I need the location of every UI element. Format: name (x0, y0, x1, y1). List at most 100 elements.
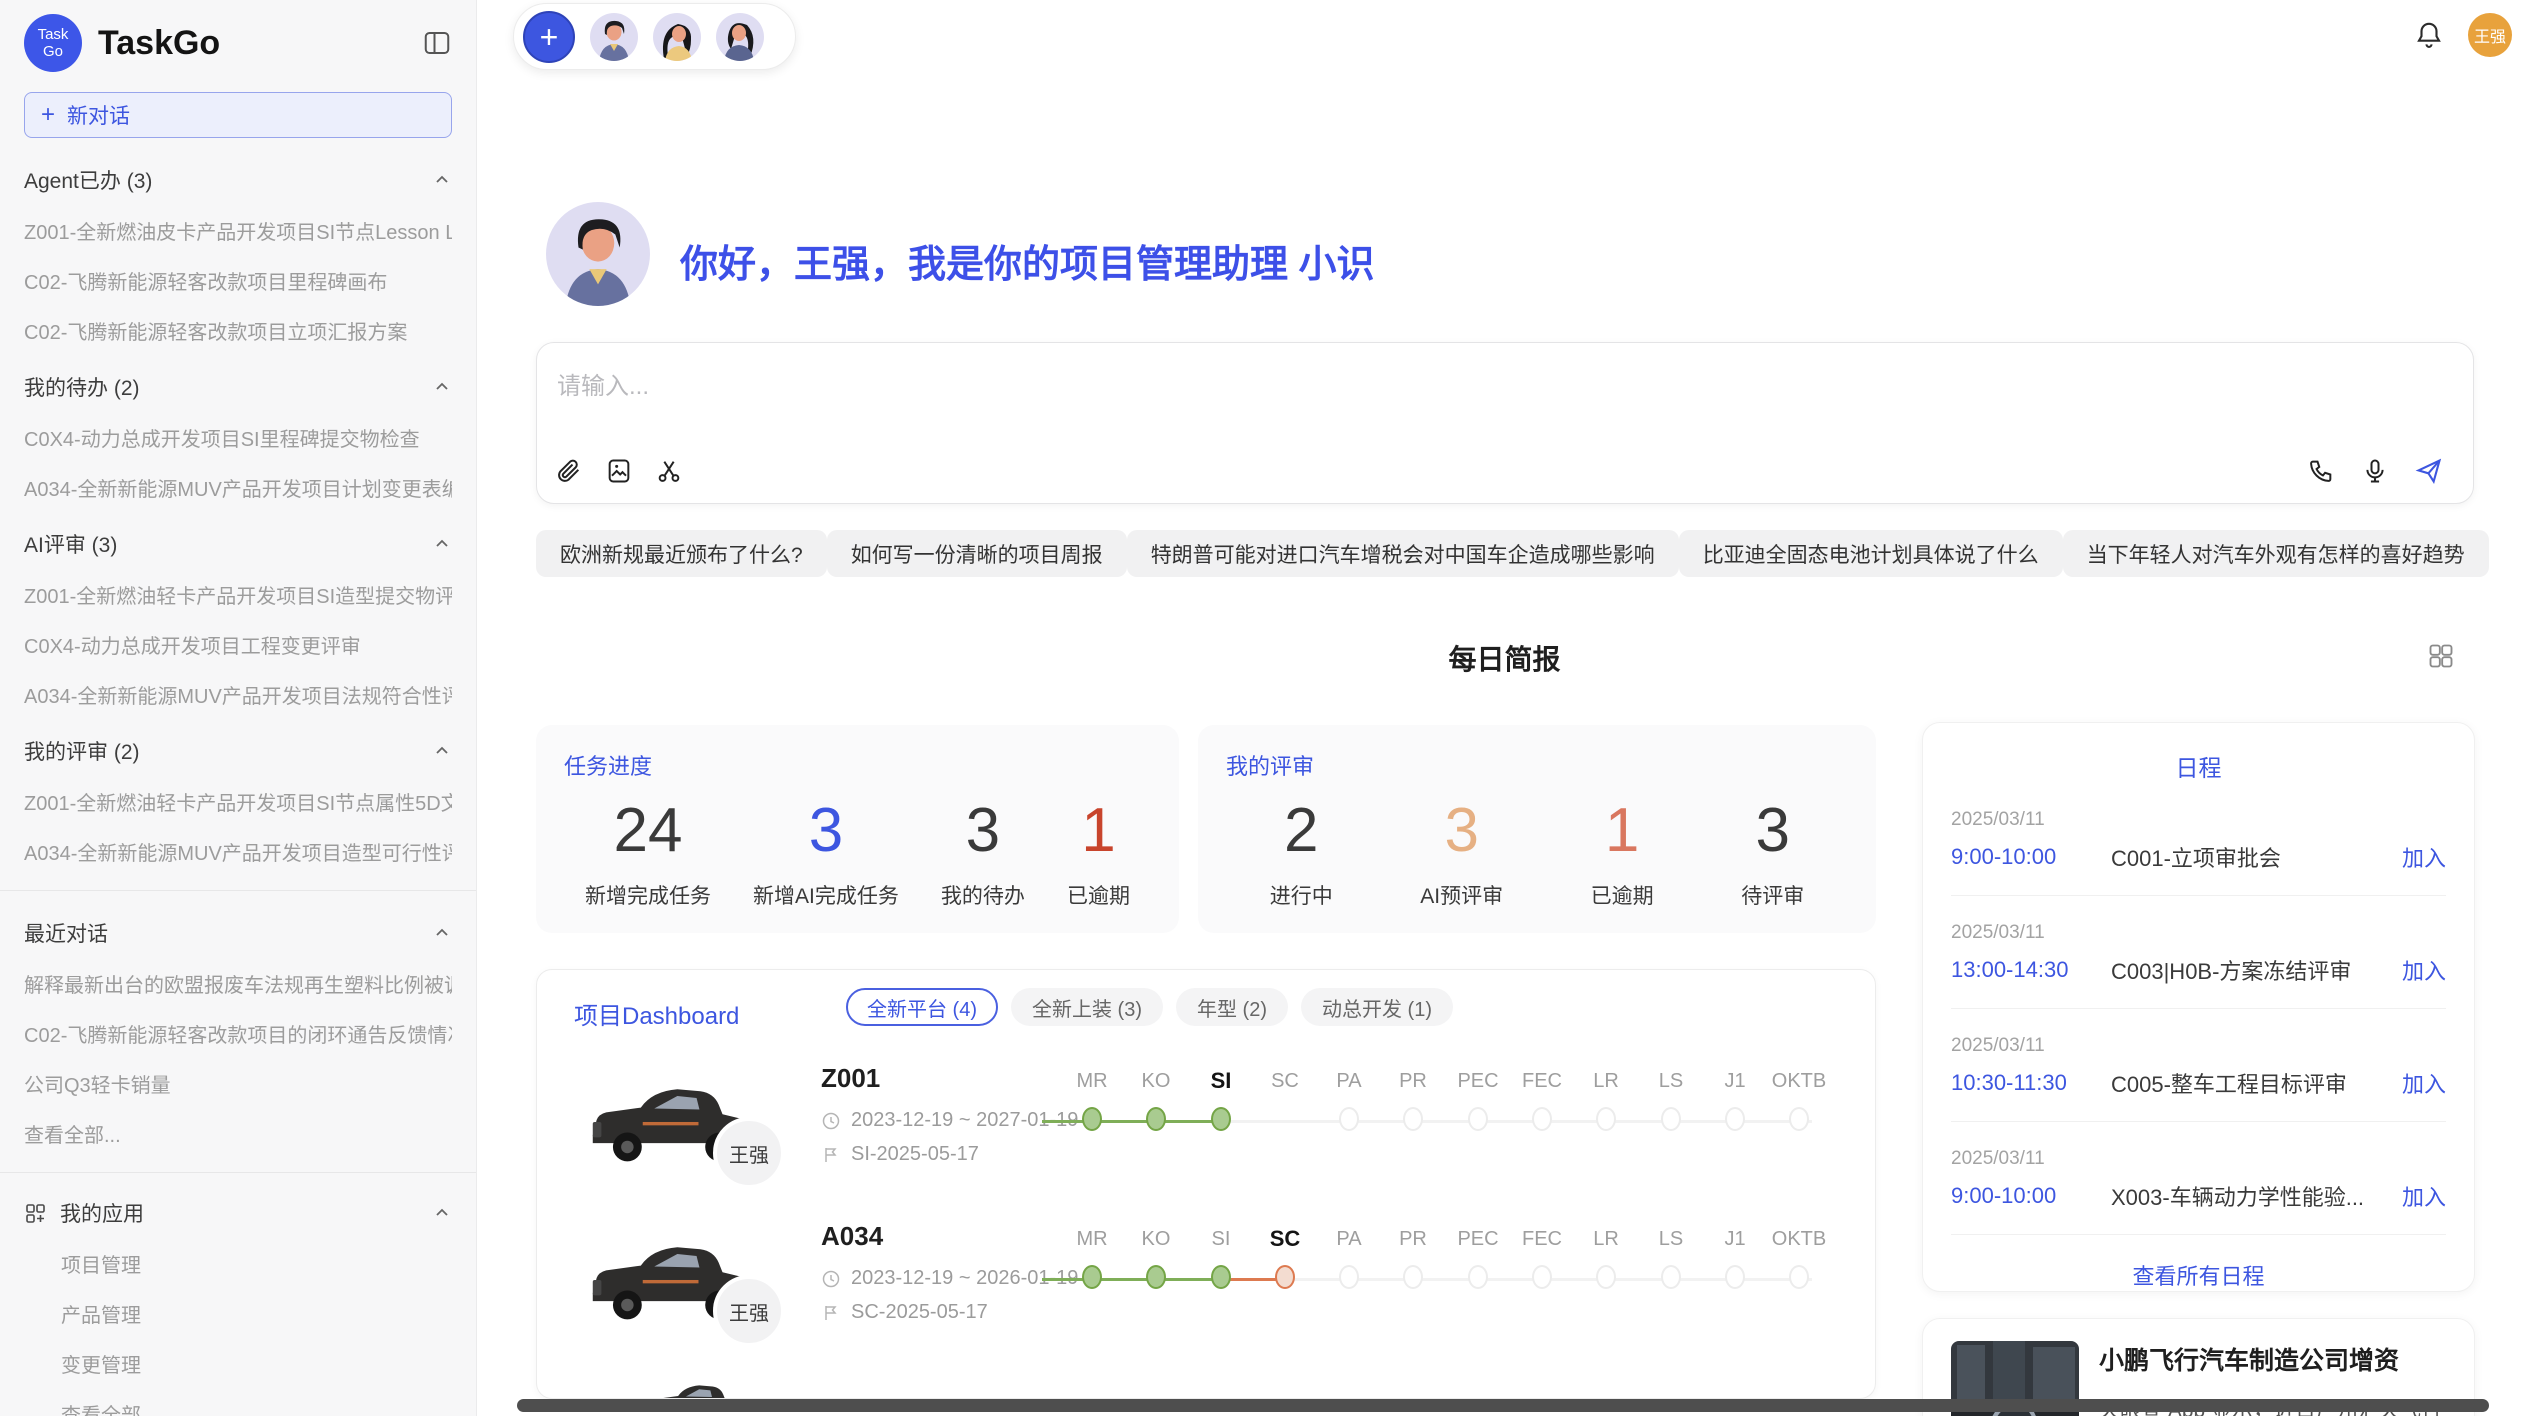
sidebar-item[interactable]: A034-全新新能源MUV产品开发项目计划变更表编写 (24, 473, 452, 502)
user-avatar[interactable]: 王强 (2468, 13, 2512, 57)
layout-grid-icon[interactable] (2427, 642, 2455, 670)
milestone-node (1082, 1265, 1102, 1289)
tab-model-year[interactable]: 年型 (2) (1176, 988, 1288, 1026)
sidebar-item[interactable]: Z001-全新燃油轻卡产品开发项目SI造型提交物评审 (24, 580, 452, 609)
milestone-strip: MR KO SI SC PA PR PEC FEC LR LS J1 OKTB (1042, 1209, 1842, 1367)
project-dates: 2023-12-19 ~ 2026-01-19 (821, 1267, 1078, 1290)
section-header-my-todo[interactable]: 我的待办 (2) (24, 372, 452, 402)
join-button[interactable]: 加入 (2402, 841, 2446, 873)
agent-avatar-group: + (513, 3, 796, 70)
sidebar-collapse-icon[interactable] (422, 28, 452, 58)
sidebar-item[interactable]: A034-全新新能源MUV产品开发项目造型可行性评审 (24, 837, 452, 866)
section-header-ai-review[interactable]: AI评审 (3) (24, 529, 452, 559)
section-header-my-review[interactable]: 我的评审 (2) (24, 736, 452, 766)
chevron-up-icon[interactable] (432, 923, 452, 943)
sidebar-item[interactable]: C0X4-动力总成开发项目工程变更评审 (24, 630, 452, 659)
sidebar-item[interactable]: Z001-全新燃油皮卡产品开发项目SI节点Lesson Learn报告 (24, 216, 452, 245)
section-title: Agent已办 (3) (24, 165, 432, 195)
chevron-up-icon[interactable] (432, 377, 452, 397)
milestone-node (1596, 1265, 1616, 1289)
suggestion-chip[interactable]: 如何写一份清晰的项目周报 (827, 530, 1127, 577)
suggestion-chip[interactable]: 比亚迪全固态电池计划具体说了什么 (1679, 530, 2063, 577)
project-flag: SC-2025-05-17 (821, 1301, 988, 1324)
add-agent-button[interactable]: + (523, 11, 575, 63)
schedule-title: 日程 (1951, 749, 2446, 783)
sidebar-item-change-mgmt[interactable]: 变更管理 (61, 1349, 452, 1378)
chevron-up-icon[interactable] (432, 741, 452, 761)
section-header-recent-chats[interactable]: 最近对话 (24, 918, 452, 948)
stat-value: 3 (1420, 795, 1503, 866)
tab-powertrain[interactable]: 动总开发 (1) (1301, 988, 1453, 1026)
stat: 3AI预评审 (1420, 795, 1503, 910)
composer-right-icons (2307, 457, 2443, 485)
sidebar-item[interactable]: 公司Q3轻卡销量 (24, 1069, 452, 1098)
chevron-up-icon[interactable] (432, 170, 452, 190)
stat-label: 新增完成任务 (585, 880, 711, 910)
mic-icon[interactable] (2361, 457, 2389, 485)
schedule-event: 2025/03/11 9:00-10:00 X003-车辆动力学性能验... 加… (1951, 1148, 2446, 1235)
event-time: 9:00-10:00 (1951, 844, 2111, 870)
project-row[interactable]: 王强 A034 2023-12-19 ~ 2026-01-19 SC-2025-… (537, 1209, 1876, 1367)
join-button[interactable]: 加入 (2402, 1067, 2446, 1099)
view-all-schedule-link[interactable]: 查看所有日程 (1951, 1259, 2446, 1291)
sidebar-item[interactable]: C02-飞腾新能源轻客改款项目的闭环通告反馈情况 (24, 1019, 452, 1048)
logo-row: Task Go TaskGo (24, 14, 452, 72)
plus-icon: + (41, 103, 55, 127)
stat-value: 1 (1067, 795, 1130, 866)
milestone-node (1275, 1265, 1295, 1289)
agent-avatar-3[interactable] (716, 13, 764, 61)
stat: 1已逾期 (1591, 795, 1654, 910)
sidebar-item-my-apps[interactable]: 我的应用 (24, 1198, 452, 1228)
sidebar-item[interactable]: A034-全新新能源MUV产品开发项目法规符合性评审 (24, 680, 452, 709)
stat-label: 进行中 (1270, 880, 1333, 910)
chevron-up-icon[interactable] (432, 1203, 452, 1223)
chat-input[interactable] (555, 365, 1755, 409)
my-review-card: 我的评审 2进行中 3AI预评审 1已逾期 3待评审 (1198, 725, 1876, 933)
stat: 3我的待办 (941, 795, 1025, 910)
join-button[interactable]: 加入 (2402, 954, 2446, 986)
event-title: X003-车辆动力学性能验... (2111, 1180, 2402, 1212)
notification-bell-icon[interactable] (2414, 20, 2444, 50)
sidebar-item[interactable]: 解释最新出台的欧盟报废车法规再生塑料比例被调至15%... (24, 969, 452, 998)
suggestion-chip[interactable]: 特朗普可能对进口汽车增税会对中国车企造成哪些影响 (1127, 530, 1679, 577)
milestone-node (1661, 1107, 1681, 1131)
project-row[interactable]: 王强 Z001 2023-12-19 ~ 2027-01-19 SI-2025-… (537, 1051, 1876, 1209)
flag-milestone: SC-2025-05-17 (851, 1301, 988, 1324)
project-code: A034 (821, 1221, 883, 1252)
event-date: 2025/03/11 (1951, 922, 2446, 944)
suggestion-chip[interactable]: 欧洲新规最近颁布了什么? (536, 530, 827, 577)
horizontal-scrollbar[interactable] (517, 1399, 2489, 1412)
chevron-up-icon[interactable] (432, 534, 452, 554)
suggestion-chip[interactable]: 当下年轻人对汽车外观有怎样的喜好趋势 (2063, 530, 2489, 577)
milestone-station: OKTB (1754, 1067, 1844, 1136)
milestone-node (1211, 1265, 1231, 1289)
tab-platform[interactable]: 全新平台 (4) (846, 988, 998, 1026)
send-icon[interactable] (2415, 457, 2443, 485)
sidebar-item-view-all-apps[interactable]: 查看全部... (61, 1399, 452, 1416)
attachment-icon[interactable] (555, 457, 583, 485)
sidebar-item[interactable]: C0X4-动力总成开发项目SI里程碑提交物检查 (24, 423, 452, 452)
sidebar-item[interactable]: C02-飞腾新能源轻客改款项目里程碑画布 (24, 266, 452, 295)
sidebar-item[interactable]: Z001-全新燃油轻卡产品开发项目SI节点属性5D文件评审 (24, 787, 452, 816)
milestone-node (1725, 1265, 1745, 1289)
tab-upfit[interactable]: 全新上装 (3) (1011, 988, 1163, 1026)
logo-text-bottom: Go (43, 43, 63, 60)
section-header-agent-done[interactable]: Agent已办 (3) (24, 165, 452, 195)
dashboard-title: 项目Dashboard (574, 996, 739, 1031)
sidebar-item-view-all[interactable]: 查看全部... (24, 1119, 452, 1148)
milestone-node (1403, 1265, 1423, 1289)
milestone-node (1789, 1265, 1809, 1289)
event-title: C001-立项审批会 (2111, 841, 2402, 873)
phone-icon[interactable] (2307, 457, 2335, 485)
sidebar-item-product-mgmt[interactable]: 产品管理 (61, 1299, 452, 1328)
agent-avatar-1[interactable] (590, 13, 638, 61)
image-icon[interactable] (605, 457, 633, 485)
agent-avatar-2[interactable] (653, 13, 701, 61)
join-button[interactable]: 加入 (2402, 1180, 2446, 1212)
schedule-event: 2025/03/11 9:00-10:00 C001-立项审批会 加入 (1951, 809, 2446, 896)
event-date: 2025/03/11 (1951, 1148, 2446, 1170)
scissors-icon[interactable] (655, 457, 683, 485)
new-chat-button[interactable]: + 新对话 (24, 92, 452, 138)
sidebar-item[interactable]: C02-飞腾新能源轻客改款项目立项汇报方案 (24, 316, 452, 345)
sidebar-item-project-mgmt[interactable]: 项目管理 (61, 1249, 452, 1278)
